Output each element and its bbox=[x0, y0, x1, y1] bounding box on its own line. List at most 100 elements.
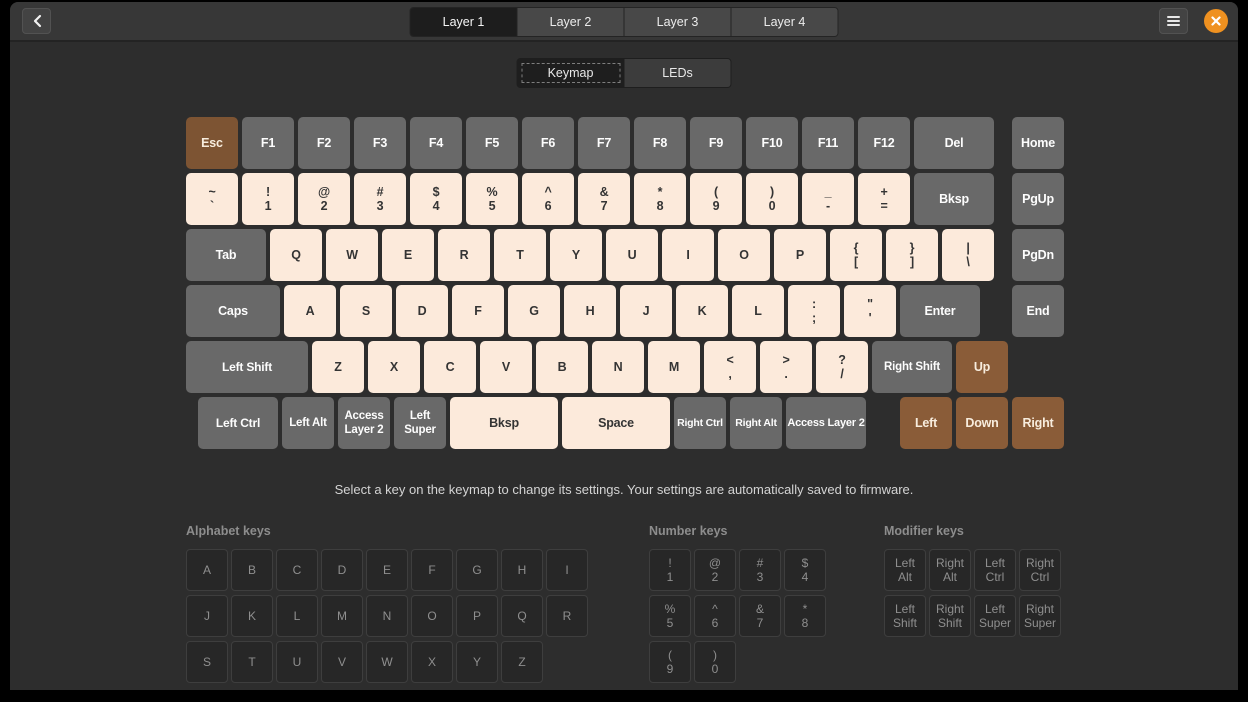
close-button[interactable] bbox=[1204, 9, 1228, 33]
key-colon-semicolon[interactable]: :; bbox=[788, 285, 840, 337]
key-left-shift[interactable]: Left Shift bbox=[186, 341, 308, 393]
key-f12[interactable]: F12 bbox=[858, 117, 910, 169]
key-a[interactable]: A bbox=[284, 285, 336, 337]
picker-key-right-ctrl[interactable]: RightCtrl bbox=[1019, 549, 1061, 591]
picker-key-paren-left-9[interactable]: (9 bbox=[649, 641, 691, 683]
picker-key-left-super[interactable]: LeftSuper bbox=[974, 595, 1016, 637]
key-underscore-minus[interactable]: _- bbox=[802, 173, 854, 225]
picker-key-caret-6[interactable]: ^6 bbox=[694, 595, 736, 637]
key-f[interactable]: F bbox=[452, 285, 504, 337]
picker-key-b[interactable]: B bbox=[231, 549, 273, 591]
key-v[interactable]: V bbox=[480, 341, 532, 393]
picker-key-at-2[interactable]: @2 bbox=[694, 549, 736, 591]
key-bksp[interactable]: Bksp bbox=[450, 397, 558, 449]
key-asterisk-8[interactable]: *8 bbox=[634, 173, 686, 225]
key-l[interactable]: L bbox=[732, 285, 784, 337]
picker-key-paren-right-0[interactable]: )0 bbox=[694, 641, 736, 683]
tab-layer-3[interactable]: Layer 3 bbox=[625, 8, 732, 36]
key-home[interactable]: Home bbox=[1012, 117, 1064, 169]
key-access-layer-2[interactable]: AccessLayer 2 bbox=[338, 397, 390, 449]
key-e[interactable]: E bbox=[382, 229, 434, 281]
key-quote-apostrophe[interactable]: "' bbox=[844, 285, 896, 337]
key-less-than-comma[interactable]: <, bbox=[704, 341, 756, 393]
key-f6[interactable]: F6 bbox=[522, 117, 574, 169]
key-tab[interactable]: Tab bbox=[186, 229, 266, 281]
picker-key-left-shift[interactable]: LeftShift bbox=[884, 595, 926, 637]
key-access-layer-2[interactable]: Access Layer 2 bbox=[786, 397, 866, 449]
key-right-ctrl[interactable]: Right Ctrl bbox=[674, 397, 726, 449]
picker-key-left-ctrl[interactable]: LeftCtrl bbox=[974, 549, 1016, 591]
key-n[interactable]: N bbox=[592, 341, 644, 393]
key-f5[interactable]: F5 bbox=[466, 117, 518, 169]
key-o[interactable]: O bbox=[718, 229, 770, 281]
picker-key-g[interactable]: G bbox=[456, 549, 498, 591]
key-j[interactable]: J bbox=[620, 285, 672, 337]
key-f8[interactable]: F8 bbox=[634, 117, 686, 169]
key-del[interactable]: Del bbox=[914, 117, 994, 169]
key-paren-right-0[interactable]: )0 bbox=[746, 173, 798, 225]
picker-key-r[interactable]: R bbox=[546, 595, 588, 637]
picker-key-z[interactable]: Z bbox=[501, 641, 543, 683]
key-p[interactable]: P bbox=[774, 229, 826, 281]
key-caps[interactable]: Caps bbox=[186, 285, 280, 337]
key-w[interactable]: W bbox=[326, 229, 378, 281]
tab-layer-2[interactable]: Layer 2 bbox=[518, 8, 625, 36]
picker-key-dollar-4[interactable]: $4 bbox=[784, 549, 826, 591]
key-greater-than-period[interactable]: >. bbox=[760, 341, 812, 393]
key-t[interactable]: T bbox=[494, 229, 546, 281]
key-pgdn[interactable]: PgDn bbox=[1012, 229, 1064, 281]
key-f9[interactable]: F9 bbox=[690, 117, 742, 169]
key-pipe-backslash[interactable]: |\ bbox=[942, 229, 994, 281]
key-dollar-4[interactable]: $4 bbox=[410, 173, 462, 225]
key-c[interactable]: C bbox=[424, 341, 476, 393]
tab-keymap[interactable]: Keymap bbox=[518, 59, 625, 87]
picker-key-m[interactable]: M bbox=[321, 595, 363, 637]
picker-key-p[interactable]: P bbox=[456, 595, 498, 637]
picker-key-d[interactable]: D bbox=[321, 549, 363, 591]
key-space[interactable]: Space bbox=[562, 397, 670, 449]
key-z[interactable]: Z bbox=[312, 341, 364, 393]
key-caret-6[interactable]: ^6 bbox=[522, 173, 574, 225]
back-button[interactable] bbox=[22, 8, 51, 34]
picker-key-right-alt[interactable]: RightAlt bbox=[929, 549, 971, 591]
key-d[interactable]: D bbox=[396, 285, 448, 337]
key-left[interactable]: Left bbox=[900, 397, 952, 449]
picker-key-t[interactable]: T bbox=[231, 641, 273, 683]
picker-key-c[interactable]: C bbox=[276, 549, 318, 591]
key-right-shift[interactable]: Right Shift bbox=[872, 341, 952, 393]
key-esc[interactable]: Esc bbox=[186, 117, 238, 169]
key-end[interactable]: End bbox=[1012, 285, 1064, 337]
menu-button[interactable] bbox=[1159, 8, 1188, 34]
picker-key-right-shift[interactable]: RightShift bbox=[929, 595, 971, 637]
picker-key-f[interactable]: F bbox=[411, 549, 453, 591]
key-left-super[interactable]: LeftSuper bbox=[394, 397, 446, 449]
key-left-alt[interactable]: Left Alt bbox=[282, 397, 334, 449]
key-pgup[interactable]: PgUp bbox=[1012, 173, 1064, 225]
key-left-ctrl[interactable]: Left Ctrl bbox=[198, 397, 278, 449]
picker-key-n[interactable]: N bbox=[366, 595, 408, 637]
picker-key-q[interactable]: Q bbox=[501, 595, 543, 637]
picker-key-k[interactable]: K bbox=[231, 595, 273, 637]
key-enter[interactable]: Enter bbox=[900, 285, 980, 337]
key-h[interactable]: H bbox=[564, 285, 616, 337]
key-exclam-1[interactable]: !1 bbox=[242, 173, 294, 225]
key-percent-5[interactable]: %5 bbox=[466, 173, 518, 225]
key-right[interactable]: Right bbox=[1012, 397, 1064, 449]
picker-key-ampersand-7[interactable]: &7 bbox=[739, 595, 781, 637]
picker-key-w[interactable]: W bbox=[366, 641, 408, 683]
key-q[interactable]: Q bbox=[270, 229, 322, 281]
key-r[interactable]: R bbox=[438, 229, 490, 281]
picker-key-v[interactable]: V bbox=[321, 641, 363, 683]
key-f3[interactable]: F3 bbox=[354, 117, 406, 169]
key-y[interactable]: Y bbox=[550, 229, 602, 281]
key-f11[interactable]: F11 bbox=[802, 117, 854, 169]
tab-layer-1[interactable]: Layer 1 bbox=[411, 8, 518, 36]
key-i[interactable]: I bbox=[662, 229, 714, 281]
picker-key-i[interactable]: I bbox=[546, 549, 588, 591]
key-tilde-grave[interactable]: ~` bbox=[186, 173, 238, 225]
picker-key-l[interactable]: L bbox=[276, 595, 318, 637]
key-at-2[interactable]: @2 bbox=[298, 173, 350, 225]
picker-key-exclam-1[interactable]: !1 bbox=[649, 549, 691, 591]
picker-key-a[interactable]: A bbox=[186, 549, 228, 591]
key-x[interactable]: X bbox=[368, 341, 420, 393]
